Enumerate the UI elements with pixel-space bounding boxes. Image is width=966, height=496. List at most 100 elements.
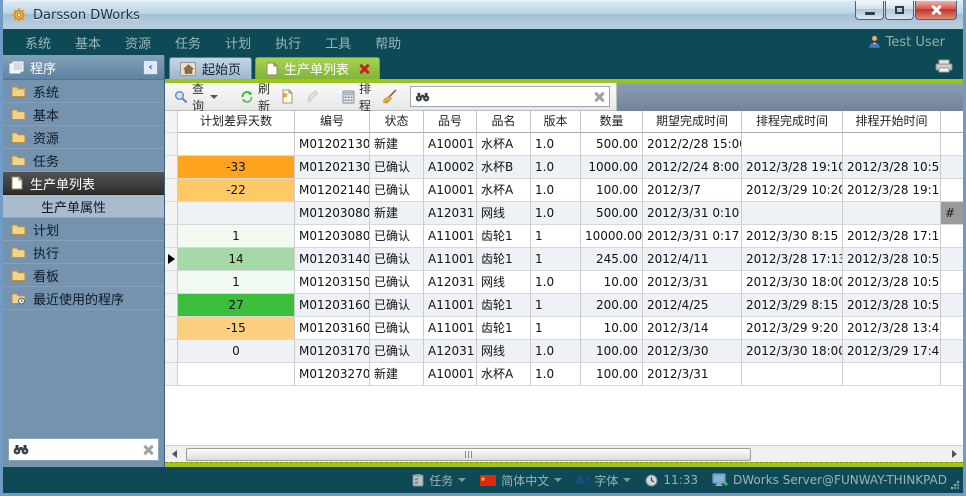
tab-production-order-list[interactable]: 生产单列表 (255, 57, 380, 79)
sidebar-item-resources[interactable]: 资源 (3, 126, 164, 149)
menu-basic[interactable]: 基本 (63, 33, 113, 52)
column-header-status[interactable]: 状态 (370, 111, 424, 133)
cell-sched_end[interactable]: 2012/3/30 18:00 (742, 271, 843, 294)
resize-grip[interactable] (950, 480, 960, 490)
cell-qty[interactable]: 100.00 (581, 340, 643, 363)
row-selector[interactable] (165, 202, 178, 225)
cell-code[interactable]: M012032701 (295, 363, 370, 386)
cell-sched_end[interactable]: 2012/3/29 8:15 (742, 294, 843, 317)
row-selector[interactable] (165, 317, 178, 340)
cell-expect[interactable]: 2012/3/31 (643, 271, 742, 294)
sidebar-item-production-order-list[interactable]: 生产单列表 (3, 172, 164, 195)
menu-help[interactable]: 帮助 (363, 33, 413, 52)
cell-version[interactable]: 1.0 (531, 340, 581, 363)
cell-item_name[interactable]: 水杯B (477, 156, 531, 179)
cell-extra[interactable] (941, 317, 963, 340)
cell-version[interactable]: 1 (531, 225, 581, 248)
grid-row[interactable]: 0M012031701已确认A12031网线1.0100.002012/3/30… (165, 340, 963, 363)
sidebar-item-basic[interactable]: 基本 (3, 103, 164, 126)
menu-system[interactable]: 系统 (13, 33, 63, 52)
sidebar-item-kanban[interactable]: 看板 (3, 264, 164, 287)
toolbar-search-box[interactable] (410, 86, 610, 107)
cell-expect[interactable]: 2012/3/14 (643, 317, 742, 340)
cell-code[interactable]: M012031501 (295, 271, 370, 294)
refresh-button[interactable]: 刷新 (237, 78, 273, 116)
schedule-button[interactable]: 排程 (339, 78, 374, 116)
cell-extra[interactable] (941, 248, 963, 271)
cell-sched_end[interactable] (742, 133, 843, 156)
cell-qty[interactable]: 100.00 (581, 363, 643, 386)
cell-version[interactable]: 1 (531, 248, 581, 271)
sidebar-search-clear-icon[interactable] (142, 444, 154, 456)
toolbar-search-clear-icon[interactable] (593, 91, 605, 103)
cell-code[interactable]: M012031602 (295, 317, 370, 340)
cell-diff[interactable]: -33 (178, 156, 295, 179)
cell-extra[interactable] (941, 225, 963, 248)
cell-item_no[interactable]: A10001 (424, 363, 477, 386)
cell-status[interactable]: 已确认 (370, 271, 424, 294)
cell-code[interactable]: M012021401 (295, 179, 370, 202)
cell-expect[interactable]: 2012/2/28 15:00 (643, 133, 742, 156)
task-menu[interactable]: 任务 (412, 472, 466, 489)
cell-diff[interactable] (178, 363, 295, 386)
cell-item_name[interactable]: 水杯A (477, 363, 531, 386)
cell-version[interactable]: 1.0 (531, 156, 581, 179)
cell-extra[interactable] (941, 133, 963, 156)
cell-expect[interactable]: 2012/3/7 (643, 179, 742, 202)
cell-code[interactable]: M012021302 (295, 156, 370, 179)
printer-icon[interactable] (935, 59, 953, 73)
cell-item_no[interactable]: A12031 (424, 271, 477, 294)
clean-button[interactable] (379, 87, 401, 106)
cell-expect[interactable]: 2012/4/25 (643, 294, 742, 317)
grid-row[interactable]: -22M012021401已确认A10001水杯A1.0100.002012/3… (165, 179, 963, 202)
toolbar-search-input[interactable] (434, 90, 589, 104)
cell-qty[interactable]: 100.00 (581, 179, 643, 202)
cell-sched_start[interactable]: 2012/3/28 10:52 (843, 248, 941, 271)
cell-sched_start[interactable] (843, 202, 941, 225)
row-selector-header[interactable] (165, 111, 178, 133)
cell-item_name[interactable]: 齿轮1 (477, 294, 531, 317)
cell-item_name[interactable]: 水杯A (477, 133, 531, 156)
cell-expect[interactable]: 2012/3/31 0:17 (643, 225, 742, 248)
sidebar-item-production-order-properties[interactable]: 生产单属性 (3, 195, 164, 218)
row-selector[interactable] (165, 133, 178, 156)
cell-status[interactable]: 新建 (370, 363, 424, 386)
grid-row[interactable]: 14M012031402已确认A11001齿轮11245.002012/4/11… (165, 248, 963, 271)
cell-sched_start[interactable]: 2012/3/28 17:13 (843, 225, 941, 248)
column-header-item_no[interactable]: 品号 (424, 111, 477, 133)
cell-qty[interactable]: 10.00 (581, 271, 643, 294)
cell-qty[interactable]: 1000.00 (581, 156, 643, 179)
column-header-sched_end[interactable]: 排程完成时间 (742, 111, 843, 133)
cell-diff[interactable] (178, 133, 295, 156)
minimize-button[interactable] (855, 1, 884, 20)
current-row-marker[interactable] (165, 248, 178, 271)
title-bar[interactable]: Darsson DWorks (3, 0, 963, 29)
column-header-version[interactable]: 版本 (531, 111, 581, 133)
sidebar-search-box[interactable] (8, 438, 159, 461)
cell-item_no[interactable]: A11001 (424, 248, 477, 271)
grid-row[interactable]: -33M012021302已确认A10002水杯B1.01000.002012/… (165, 156, 963, 179)
cell-item_no[interactable]: A10001 (424, 179, 477, 202)
cell-status[interactable]: 新建 (370, 202, 424, 225)
cell-expect[interactable]: 2012/4/11 (643, 248, 742, 271)
cell-item_no[interactable]: A11001 (424, 294, 477, 317)
cell-sched_end[interactable]: 2012/3/30 18:00 (742, 340, 843, 363)
close-button[interactable] (915, 1, 957, 20)
cell-item_no[interactable]: A12031 (424, 202, 477, 225)
column-header-sched_start[interactable]: 排程开始时间 (843, 111, 941, 133)
font-menu[interactable]: A: 字体 (576, 472, 631, 489)
language-menu[interactable]: 简体中文 (480, 472, 562, 489)
cell-extra[interactable] (941, 294, 963, 317)
cell-expect[interactable]: 2012/3/31 (643, 363, 742, 386)
cell-version[interactable]: 1 (531, 294, 581, 317)
cell-expect[interactable]: 2012/3/31 0:10 (643, 202, 742, 225)
cell-status[interactable]: 已确认 (370, 248, 424, 271)
sidebar-item-system[interactable]: 系统 (3, 80, 164, 103)
cell-status[interactable]: 已确认 (370, 225, 424, 248)
cell-sched_end[interactable]: 2012/3/28 17:13 (742, 248, 843, 271)
cell-status[interactable]: 新建 (370, 133, 424, 156)
row-selector[interactable] (165, 179, 178, 202)
cell-code[interactable]: M012030801 (295, 202, 370, 225)
edit-button[interactable] (303, 88, 323, 106)
sidebar-item-tasks[interactable]: 任务 (3, 149, 164, 172)
